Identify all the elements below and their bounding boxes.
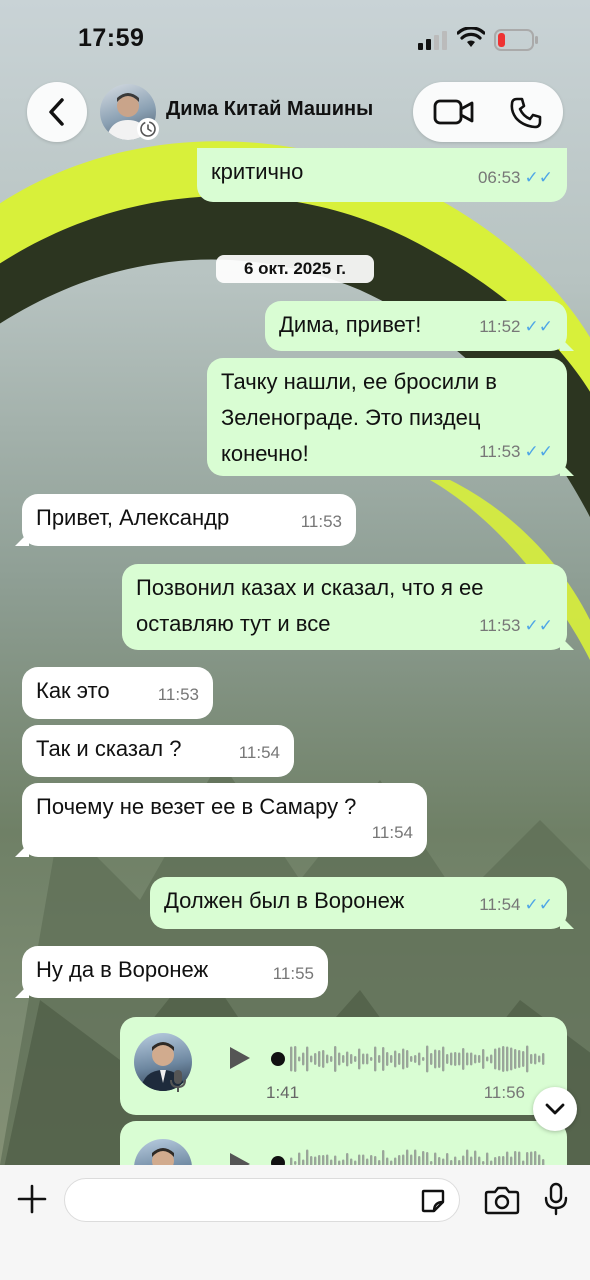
message-text: Дима, привет! — [279, 312, 422, 337]
contact-name[interactable]: Дима Китай Машины — [166, 98, 373, 121]
message-text: Должен был в Воронеж — [164, 888, 405, 913]
read-receipt-icon: ✓✓ — [524, 317, 554, 336]
message-time: 11:54 — [479, 895, 521, 914]
message-time: 11:53 — [479, 616, 521, 635]
message-text: Почему не везет ее в Самару ? — [36, 794, 357, 819]
message-text: Тачку нашли, ее бросили в Зеленограде. Э… — [221, 369, 497, 466]
message-composer — [0, 1165, 590, 1280]
message-bubble[interactable]: Ну да в Воронеж 11:55 — [15, 946, 328, 998]
mic-icon — [170, 1070, 186, 1092]
message-bubble[interactable]: Так и сказал ? 11:54 — [22, 725, 294, 777]
message-text: Как это — [36, 678, 110, 703]
message-time: 11:52 — [479, 317, 521, 336]
message-input[interactable] — [64, 1178, 460, 1222]
video-call-icon[interactable] — [433, 98, 475, 126]
wifi-icon — [457, 27, 485, 47]
message-time: 11:54 — [238, 743, 280, 762]
message-time: 11:56 — [483, 1083, 525, 1102]
microphone-icon[interactable] — [543, 1182, 569, 1216]
status-time: 17:59 — [78, 24, 145, 52]
message-time: 06:53 — [477, 168, 521, 187]
chat-header: Дима Китай Машины — [0, 78, 590, 156]
disappearing-timer-icon — [137, 118, 159, 140]
message-bubble[interactable]: Привет, Александр 11:53 — [15, 494, 356, 546]
message-bubble[interactable]: Позвонил казах и сказал, что я ее оставл… — [122, 564, 574, 650]
message-bubble[interactable]: Как это 11:53 — [22, 667, 213, 719]
message-time: 11:53 — [300, 512, 342, 531]
play-icon[interactable] — [228, 1045, 252, 1071]
plus-icon[interactable] — [16, 1183, 48, 1215]
read-receipt-icon: ✓✓ — [524, 442, 554, 461]
message-bubble[interactable]: Дима, привет! 11:52 ✓✓ — [265, 301, 574, 351]
call-actions — [413, 82, 563, 142]
status-bar: 17:59 — [0, 0, 590, 78]
message-text: критично — [211, 159, 304, 184]
signal-icon — [418, 31, 447, 50]
message-bubble[interactable]: Должен был в Воронеж 11:54 ✓✓ — [150, 877, 574, 929]
voice-call-icon[interactable] — [509, 96, 543, 130]
camera-icon[interactable] — [484, 1185, 520, 1215]
message-bubble[interactable]: Почему не везет ее в Самару ? 11:54 — [15, 783, 427, 857]
message-time: 11:53 — [479, 442, 521, 461]
message-time: 11:54 — [371, 823, 413, 842]
date-separator: 6 окт. 2025 г. — [216, 255, 374, 283]
sticker-icon[interactable] — [420, 1188, 446, 1214]
message-text: Так и сказал ? — [36, 736, 182, 761]
voice-duration: 1:41 — [266, 1083, 300, 1102]
message-text: Привет, Александр — [36, 505, 230, 530]
voice-waveform[interactable] — [270, 1041, 550, 1077]
chevron-down-icon — [545, 1103, 565, 1115]
read-receipt-icon: ✓✓ — [524, 616, 554, 635]
message-time: 11:55 — [272, 964, 314, 983]
chevron-left-icon — [49, 98, 64, 126]
scroll-down-button[interactable] — [533, 1087, 577, 1131]
read-receipt-icon: ✓✓ — [524, 895, 554, 914]
message-text: Ну да в Воронеж — [36, 957, 209, 982]
read-receipt-icon: ✓✓ — [524, 168, 554, 187]
message-bubble[interactable]: критично 06:53 ✓✓ — [197, 148, 567, 202]
battery-icon — [494, 29, 538, 51]
message-time: 11:53 — [157, 685, 199, 704]
voice-message[interactable]: 1:41 11:56 — [120, 1017, 567, 1115]
message-bubble[interactable]: Тачку нашли, ее бросили в Зеленограде. Э… — [207, 358, 574, 476]
message-text: Позвонил казах и сказал, что я ее оставл… — [136, 575, 484, 636]
back-button[interactable] — [27, 82, 87, 142]
